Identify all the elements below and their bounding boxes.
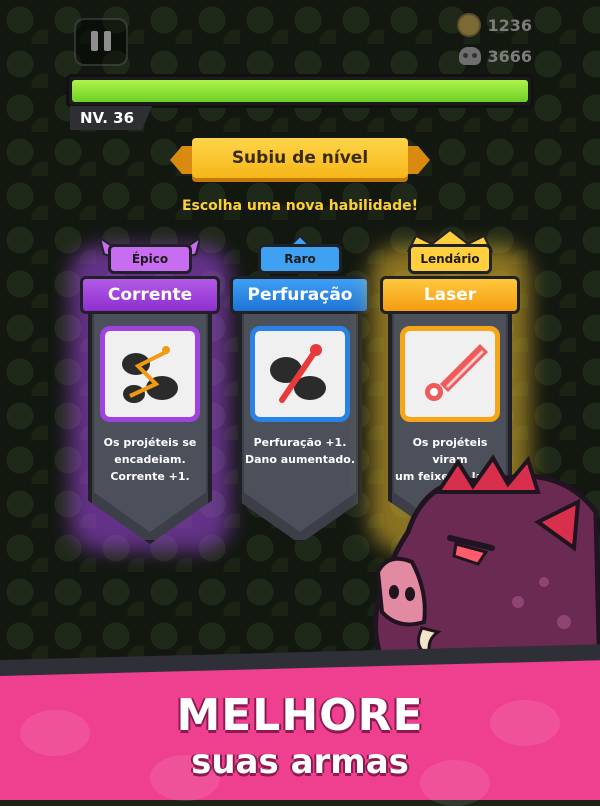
laser-beam-icon <box>425 344 488 401</box>
promo-subline: suas armas <box>191 742 409 782</box>
card-desc-line: Dano aumentado. <box>244 453 356 466</box>
levelup-subtitle: Escolha uma nova habilidade! <box>181 198 418 214</box>
card-description: Perfuração +1. Dano aumentado. <box>244 434 356 468</box>
coin-counter: 1236 <box>457 12 532 38</box>
card-desc-line: Corrente +1. <box>110 470 190 483</box>
skill-card-chain[interactable]: Épico Corrente Os projéteis se encadeiam… <box>70 236 230 551</box>
card-title: Laser <box>380 276 520 314</box>
card-description: Os projéteis se encadeiam. Corrente +1. <box>94 434 206 485</box>
pause-icon-bar <box>91 31 98 51</box>
pause-button[interactable] <box>74 18 128 66</box>
card-title: Corrente <box>80 276 220 314</box>
pause-icon-bar <box>104 31 111 51</box>
card-title: Perfuração <box>230 276 370 314</box>
card-desc-line: encadeiam. <box>114 453 186 466</box>
card-icon-box <box>250 326 350 422</box>
xp-bar <box>66 74 534 108</box>
card-desc-line: Os projéteis se <box>103 436 197 449</box>
xp-bar-fill <box>72 80 528 102</box>
coin-count: 1236 <box>487 15 532 35</box>
rarity-tab: Épico <box>108 244 192 274</box>
rarity-tab: Lendário <box>408 244 492 274</box>
rarity-tab: Raro <box>258 244 342 274</box>
promo-headline: MELHORE <box>176 690 424 741</box>
pierce-projectile-icon <box>270 344 326 403</box>
kill-counter: 3666 <box>459 43 532 69</box>
kill-count: 3666 <box>487 46 532 66</box>
card-icon-box <box>100 326 200 422</box>
card-desc-line: Perfuração +1. <box>253 436 347 449</box>
level-label: NV. 36 <box>70 106 153 130</box>
levelup-title: Subiu de nível <box>192 138 408 178</box>
skill-card-pierce[interactable]: Raro Perfuração Perfuração +1. Dano aume… <box>230 236 370 548</box>
levelup-banner: Subiu de nível <box>170 138 430 182</box>
chain-projectile-icon <box>122 346 178 403</box>
card-icon-box <box>400 326 500 422</box>
skull-icon <box>459 47 482 65</box>
coin-icon <box>457 13 482 37</box>
